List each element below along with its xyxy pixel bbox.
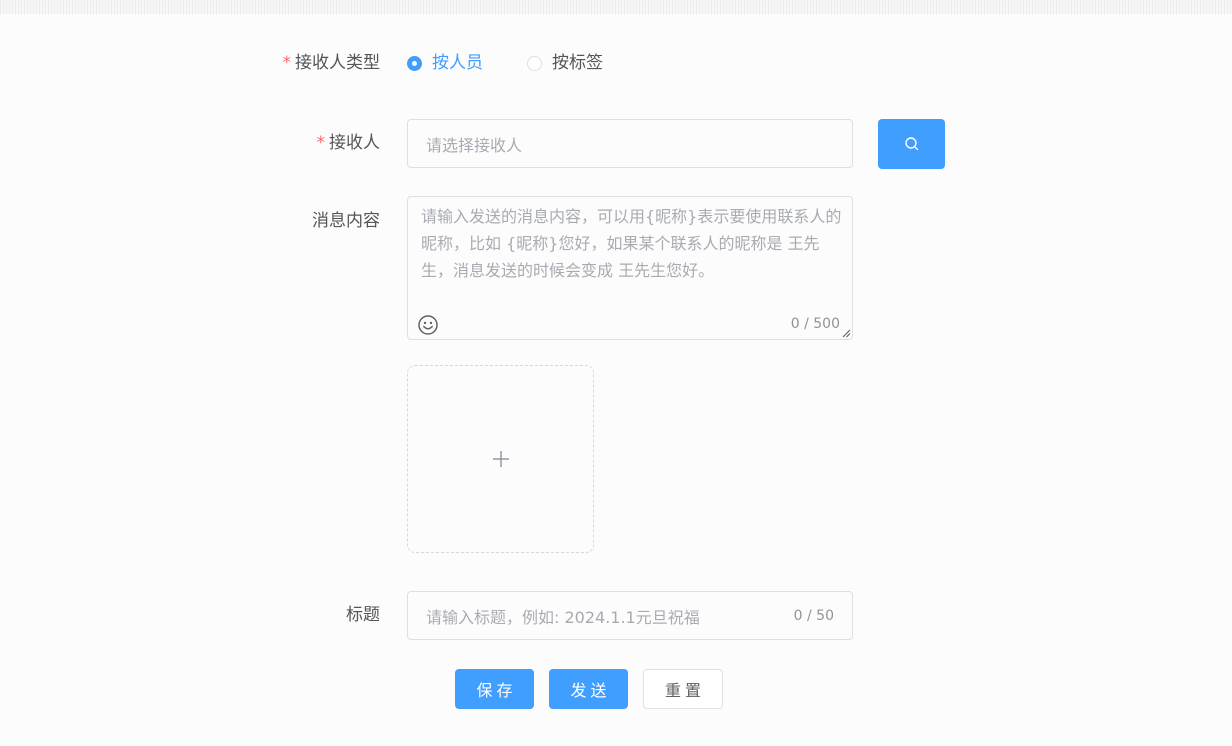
radio-by-person-label: 按人员 — [432, 53, 483, 73]
plus-icon — [492, 451, 509, 467]
send-button[interactable]: 发送 — [549, 669, 628, 709]
receiver-label-text: 接收人 — [329, 133, 380, 153]
reset-button[interactable]: 重置 — [643, 669, 723, 709]
radio-by-tag[interactable]: 按标签 — [527, 51, 603, 75]
receiver-label: * 接收人 — [180, 131, 381, 155]
search-button[interactable] — [878, 119, 945, 169]
required-asterisk: * — [316, 133, 326, 153]
message-label: 消息内容 — [180, 209, 380, 233]
smile-icon[interactable] — [417, 314, 439, 336]
receiver-type-label: * 接收人类型 — [180, 51, 381, 75]
radio-circle-checked — [407, 55, 422, 71]
receiver-type-label-text: 接收人类型 — [295, 53, 380, 73]
title-input[interactable]: 请输入标题，例如: 2024.1.1元旦祝福 0 / 50 — [407, 591, 853, 640]
message-placeholder: 请输入发送的消息内容，可以用{昵称}表示要使用联系人的昵称，比如 {昵称}您好，… — [421, 207, 842, 280]
message-label-text: 消息内容 — [312, 211, 380, 231]
receiver-input[interactable]: 请选择接收人 — [407, 119, 853, 168]
title-placeholder: 请输入标题，例如: 2024.1.1元旦祝福 — [426, 607, 700, 627]
required-asterisk: * — [282, 53, 292, 73]
search-icon — [904, 137, 918, 151]
save-button[interactable]: 保存 — [455, 669, 534, 709]
image-upload-box[interactable] — [407, 365, 594, 553]
resize-handle-icon[interactable] — [842, 329, 851, 338]
radio-by-person[interactable]: 按人员 — [407, 51, 483, 75]
title-label-text: 标题 — [346, 605, 380, 625]
radio-circle-unchecked — [527, 55, 542, 71]
title-label: 标题 — [180, 603, 380, 627]
message-counter: 0 / 500 — [790, 316, 840, 332]
title-counter: 0 / 50 — [793, 607, 834, 624]
message-textarea[interactable]: 请输入发送的消息内容，可以用{昵称}表示要使用联系人的昵称，比如 {昵称}您好，… — [407, 196, 853, 340]
top-border-strip — [0, 0, 1232, 14]
receiver-placeholder: 请选择接收人 — [426, 135, 523, 155]
radio-by-tag-label: 按标签 — [552, 53, 603, 73]
